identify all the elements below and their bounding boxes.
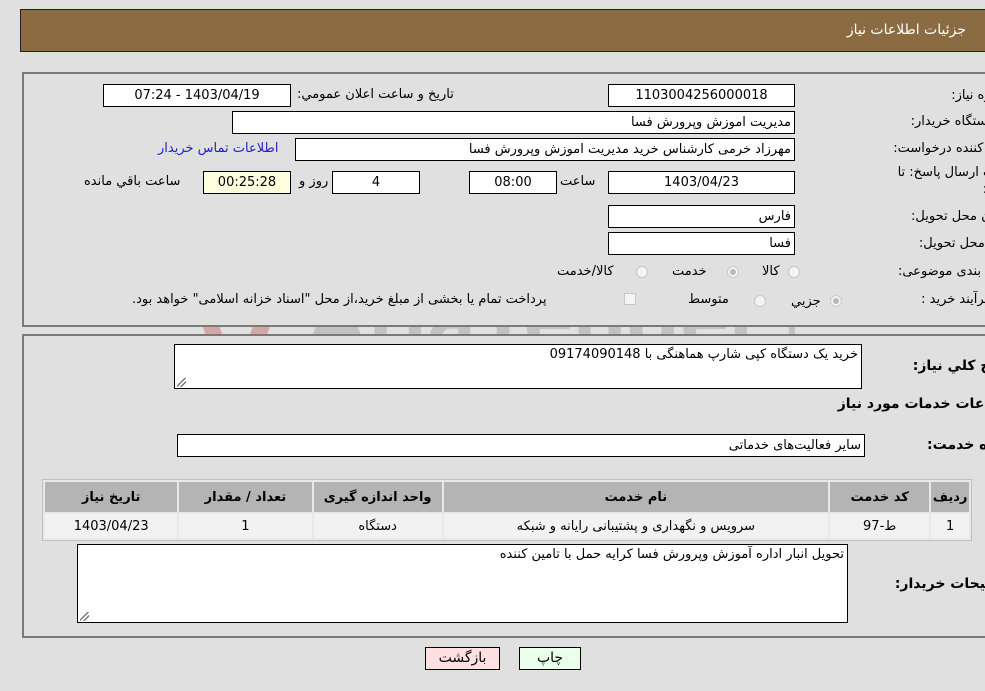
remaining-time-field: 00:25:28 bbox=[203, 171, 291, 194]
remaining-label: ساعت باقي مانده bbox=[84, 174, 181, 189]
category-radio-service[interactable] bbox=[727, 266, 739, 278]
province-label: استان محل تحويل: bbox=[911, 209, 985, 224]
announce-field: 1403/04/19 - 07:24 bbox=[103, 84, 291, 107]
cell-quantity: 1 bbox=[179, 514, 312, 538]
service-group-field: ساير فعاليت‌هاى خدماتى bbox=[177, 434, 865, 457]
need-info-section: شماره نیاز: 1103004256000018 تاريخ و ساع… bbox=[22, 72, 985, 327]
page-title: جزئیات اطلاعات نیاز bbox=[846, 22, 966, 38]
treasury-checkbox[interactable] bbox=[624, 293, 636, 305]
resize-grip-icon[interactable] bbox=[80, 612, 89, 621]
category-option-goods-service: کالا/خدمت bbox=[557, 264, 614, 279]
services-table: رديف کد خدمت نام خدمت واحد اندازه گيری ت… bbox=[42, 479, 972, 541]
days-field: 4 bbox=[332, 171, 420, 194]
announce-label: تاريخ و ساعت اعلان عمومي: bbox=[297, 87, 454, 102]
back-button[interactable]: بازگشت bbox=[425, 647, 500, 670]
deadline-time-field: 08:00 bbox=[469, 171, 557, 194]
table-header-row: رديف کد خدمت نام خدمت واحد اندازه گيری ت… bbox=[45, 482, 969, 512]
process-option-medium: متوسط bbox=[688, 292, 729, 307]
col-service-name: نام خدمت bbox=[443, 482, 829, 512]
deadline-time-label: ساعت bbox=[560, 174, 596, 189]
resize-grip-icon[interactable] bbox=[177, 378, 186, 387]
cell-need-date: 1403/04/23 bbox=[45, 514, 178, 538]
buyer-notes-textarea[interactable]: تحویل انبار اداره آموزش وپرورش فسا کرایه… bbox=[77, 544, 848, 623]
category-option-service: خدمت bbox=[672, 264, 707, 279]
deadline-date-field: 1403/04/23 bbox=[608, 171, 795, 194]
treasury-note: پرداخت تمام يا بخشی از مبلغ خريد،از محل … bbox=[132, 292, 547, 307]
col-unit: واحد اندازه گيری bbox=[313, 482, 442, 512]
col-row-number: رديف bbox=[931, 482, 969, 512]
summary-text: خرید یک دستگاه کپی شارپ هماهنگی با 09174… bbox=[549, 347, 858, 362]
col-quantity: تعداد / مقدار bbox=[179, 482, 312, 512]
page-header: جزئیات اطلاعات نیاز bbox=[20, 9, 985, 52]
city-field: فسا bbox=[608, 232, 795, 255]
need-number-field: 1103004256000018 bbox=[608, 84, 795, 107]
province-field: فارس bbox=[608, 205, 795, 228]
services-title: اطلاعات خدمات مورد نياز bbox=[837, 396, 985, 412]
category-label: طبقه بندی موضوعی: bbox=[897, 264, 985, 279]
creator-label: ايجاد کننده درخواست: bbox=[893, 141, 985, 156]
category-radio-goods-service[interactable] bbox=[636, 266, 648, 278]
buyer-org-field: مديريت اموزش وپرورش فسا bbox=[232, 111, 795, 134]
deadline-label: مهلت ارسال پاسخ: تا تاريخ: bbox=[897, 165, 985, 197]
summary-label: شرح کلي نياز: bbox=[912, 358, 985, 374]
creator-field: مهرزاد خرمی کارشناس خرید مدیریت اموزش وپ… bbox=[295, 138, 795, 161]
process-radio-medium[interactable] bbox=[754, 295, 766, 307]
category-option-goods: کالا bbox=[762, 264, 780, 279]
col-need-date: تاريخ نياز bbox=[45, 482, 178, 512]
need-number-label: شماره نیاز: bbox=[951, 88, 985, 103]
table-row: 1 ط-97 سرويس و نگهداری و پشتيبانی رايانه… bbox=[45, 514, 969, 538]
cell-row-number: 1 bbox=[931, 514, 969, 538]
cell-service-name: سرويس و نگهداری و پشتيبانی رايانه و شبکه bbox=[443, 514, 829, 538]
print-button[interactable]: چاپ bbox=[519, 647, 581, 670]
city-label: شهر محل تحويل: bbox=[918, 236, 985, 251]
buyer-contact-link[interactable]: اطلاعات تماس خريدار bbox=[158, 141, 278, 156]
cell-unit: دستگاه bbox=[313, 514, 442, 538]
buyer-org-label: نام دستگاه خريدار: bbox=[910, 114, 985, 129]
process-option-minor: جزيي bbox=[791, 294, 821, 309]
process-radio-minor[interactable] bbox=[830, 295, 842, 307]
process-label: نوع فرآيند خريد : bbox=[921, 292, 985, 307]
buyer-notes-text: تحویل انبار اداره آموزش وپرورش فسا کرایه… bbox=[499, 547, 844, 562]
category-radio-goods[interactable] bbox=[788, 266, 800, 278]
cell-service-code: ط-97 bbox=[830, 514, 930, 538]
need-details-section: شرح کلي نياز: خرید یک دستگاه کپی شارپ هم… bbox=[22, 334, 985, 638]
summary-textarea[interactable]: خرید یک دستگاه کپی شارپ هماهنگی با 09174… bbox=[174, 344, 862, 389]
col-service-code: کد خدمت bbox=[830, 482, 930, 512]
buyer-notes-label: توضيحات خريدار: bbox=[894, 576, 985, 592]
service-group-label: گروه خدمت: bbox=[927, 437, 985, 453]
days-label: روز و bbox=[299, 174, 329, 189]
